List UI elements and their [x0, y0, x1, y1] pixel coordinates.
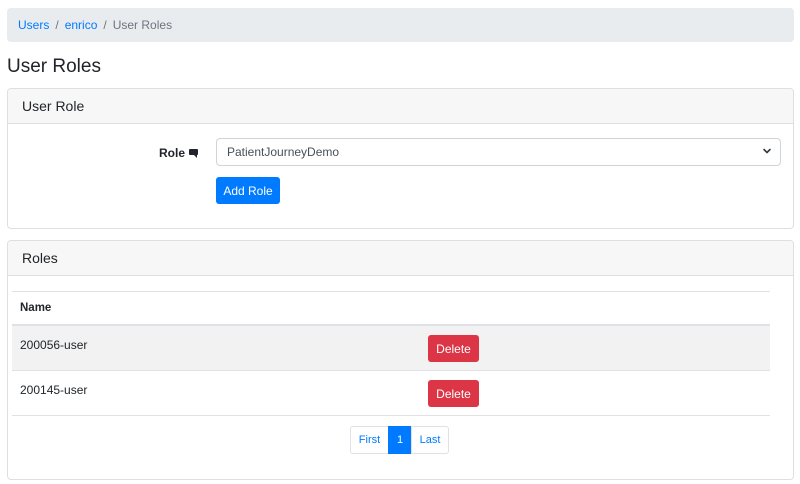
roles-card: Roles Name 200056-user Delete 200145-use…: [7, 240, 794, 480]
pagination: First 1 Last: [350, 426, 449, 454]
comment-icon: [189, 149, 199, 158]
pagination-last[interactable]: Last: [411, 426, 449, 454]
page-title: User Roles: [7, 56, 101, 77]
add-role-button[interactable]: Add Role: [216, 177, 280, 204]
pagination-page-current[interactable]: 1: [388, 426, 412, 454]
role-label-text: Role: [159, 146, 186, 160]
breadcrumb-current: User Roles: [112, 18, 173, 32]
breadcrumb: Users / enrico / User Roles: [7, 8, 794, 42]
table-row: 200145-user Delete: [12, 371, 770, 416]
user-role-card: User Role Role PatientJourneyDemo Add Ro…: [7, 88, 794, 229]
breadcrumb-link-users[interactable]: Users: [18, 18, 49, 32]
pagination-first[interactable]: First: [350, 426, 389, 454]
table-row: 200056-user Delete: [12, 326, 770, 371]
role-name-cell: 200145-user: [20, 383, 88, 397]
breadcrumb-separator: /: [55, 18, 59, 32]
roles-card-header: Roles: [8, 241, 793, 276]
role-select[interactable]: PatientJourneyDemo: [216, 138, 781, 166]
user-role-card-header: User Role: [8, 89, 793, 124]
breadcrumb-link-user[interactable]: enrico: [65, 18, 98, 32]
roles-table: Name 200056-user Delete 200145-user Dele…: [12, 291, 770, 416]
role-label: Role: [159, 146, 199, 160]
delete-button[interactable]: Delete: [428, 380, 479, 407]
delete-button[interactable]: Delete: [428, 335, 479, 362]
chevron-down-icon: [763, 148, 771, 154]
breadcrumb-separator: /: [103, 18, 107, 32]
role-select-value: PatientJourneyDemo: [227, 145, 340, 159]
table-header-name: Name: [12, 291, 770, 326]
role-name-cell: 200056-user: [20, 338, 88, 352]
